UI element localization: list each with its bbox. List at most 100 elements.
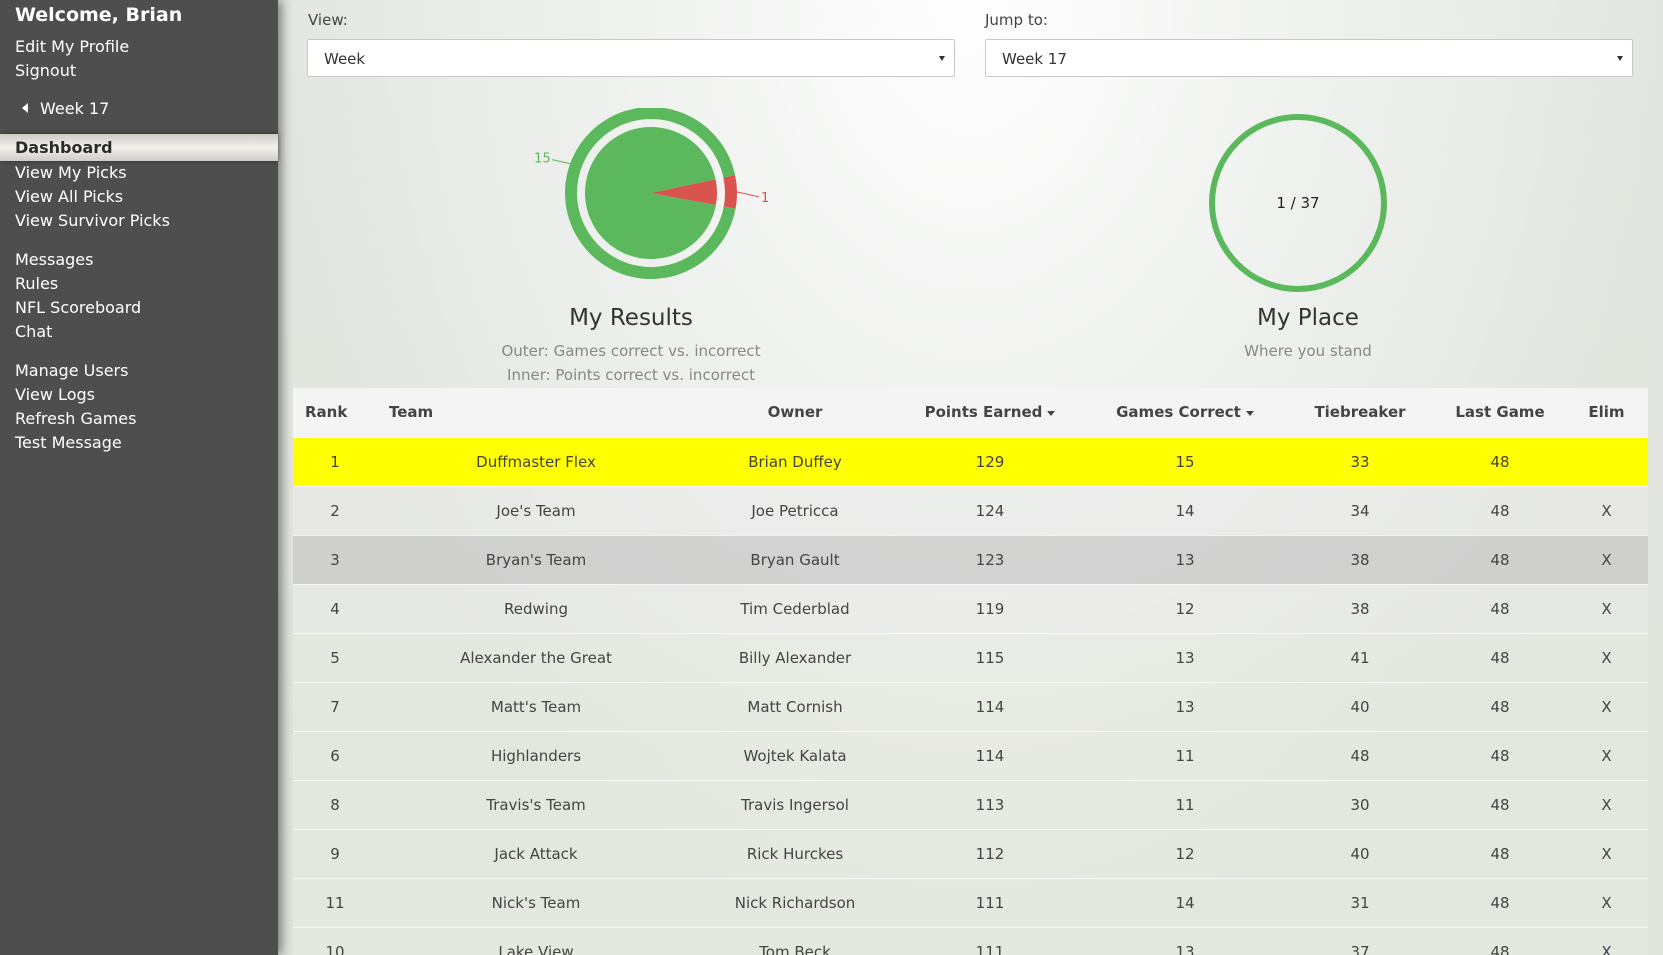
table-row[interactable]: 5 Alexander the Great Billy Alexander 115 13… (293, 633, 1648, 682)
sidebar-item-view-survivor-picks[interactable]: View Survivor Picks (15, 211, 170, 230)
cell-rank: 4 (330, 599, 340, 618)
header-points-earned[interactable]: Points Earned (895, 388, 1085, 437)
cell-points-earned: 129 (975, 452, 1005, 471)
view-select[interactable]: Week (307, 39, 955, 77)
sidebar-item-rules[interactable]: Rules (15, 274, 58, 293)
cell-rank: 5 (330, 648, 340, 667)
header-owner[interactable]: Owner (695, 388, 895, 437)
cell-owner: Joe Petricca (751, 501, 839, 520)
cell-tiebreaker: 34 (1350, 501, 1370, 520)
cell-last-game: 48 (1490, 599, 1510, 618)
cell-last-game: 48 (1490, 746, 1510, 765)
cell-team: Bryan's Team (485, 550, 587, 569)
table-row[interactable]: 6 Highlanders Wojtek Kalata 114 11 48 48 X (293, 731, 1648, 780)
sidebar-item-nfl-scoreboard[interactable]: NFL Scoreboard (15, 298, 141, 317)
caret-left-icon (22, 103, 28, 113)
week-back-label: Week 17 (40, 99, 110, 118)
results-title: My Results (569, 305, 693, 331)
cell-tiebreaker: 30 (1350, 795, 1370, 814)
standings-table: Rank Team Owner Points Earned Games Corr… (293, 388, 1648, 955)
cell-team: Duffmaster Flex (476, 452, 596, 471)
standings-body: 1 Duffmaster Flex Brian Duffey 129 15 33 48 2 Jo… (293, 437, 1648, 955)
cell-rank: 6 (330, 746, 340, 765)
cell-team: Redwing (504, 599, 568, 618)
signout-link[interactable]: Signout (15, 61, 76, 80)
sidebar-item-test-message[interactable]: Test Message (15, 433, 122, 452)
header-games-correct-label: Games Correct (1116, 403, 1241, 422)
sidebar-item-view-logs[interactable]: View Logs (15, 385, 95, 404)
sidebar-item-manage-users[interactable]: Manage Users (15, 361, 128, 380)
table-row[interactable]: 3 Bryan's Team Bryan Gault 123 13 38 48 X (293, 535, 1648, 584)
sidebar-item-dashboard[interactable]: Dashboard (0, 134, 278, 161)
sidebar-item-view-my-picks[interactable]: View My Picks (15, 163, 127, 182)
cell-tiebreaker: 33 (1350, 452, 1370, 471)
results-subtitle-inner: Inner: Points correct vs. incorrect (507, 366, 755, 384)
sidebar-item-label: Dashboard (15, 138, 113, 157)
sidebar-item-messages[interactable]: Messages (15, 250, 93, 269)
place-value: 1 / 37 (1276, 194, 1319, 212)
cell-last-game: 48 (1490, 942, 1510, 955)
cell-last-game: 48 (1490, 795, 1510, 814)
dropdown-arrow-icon (939, 56, 945, 61)
header-tiebreaker[interactable]: Tiebreaker (1285, 388, 1435, 437)
cell-points-earned: 114 (975, 697, 1005, 716)
cell-rank: 1 (330, 452, 340, 471)
header-team[interactable]: Team (377, 388, 695, 437)
cell-last-game: 48 (1490, 893, 1510, 912)
cell-rank: 3 (330, 550, 340, 569)
header-elim[interactable]: Elim (1565, 388, 1648, 437)
cell-tiebreaker: 40 (1350, 844, 1370, 863)
sort-down-icon (1245, 411, 1254, 417)
sidebar-item-refresh-games[interactable]: Refresh Games (15, 409, 136, 428)
sidebar-item-view-all-picks[interactable]: View All Picks (15, 187, 123, 206)
cell-games-correct: 14 (1175, 501, 1195, 520)
cell-points-earned: 112 (975, 844, 1005, 863)
cell-team: Jack Attack (494, 844, 578, 863)
table-row[interactable]: 2 Joe's Team Joe Petricca 124 14 34 48 X (293, 486, 1648, 535)
cell-team: Travis's Team (486, 795, 586, 814)
table-header-row: Rank Team Owner Points Earned Games Corr… (293, 388, 1648, 437)
header-games-correct[interactable]: Games Correct (1085, 388, 1285, 437)
edit-profile-link[interactable]: Edit My Profile (15, 37, 129, 56)
cell-points-earned: 111 (975, 942, 1005, 955)
cell-team: Lake View (498, 942, 574, 955)
cell-team: Matt's Team (490, 697, 582, 716)
place-donut-chart: 1 / 37 (1209, 114, 1387, 292)
header-rank[interactable]: Rank (293, 388, 377, 437)
jump-select[interactable]: Week 17 (985, 39, 1633, 77)
cell-rank: 8 (330, 795, 340, 814)
welcome-heading: Welcome, Brian (15, 4, 183, 26)
table-row[interactable]: 1 Duffmaster Flex Brian Duffey 129 15 33 48 (293, 437, 1648, 486)
cell-rank: 11 (325, 893, 345, 912)
table-row[interactable]: 4 Redwing Tim Cederblad 119 12 38 48 X (293, 584, 1648, 633)
cell-owner: Nick Richardson (734, 893, 856, 912)
cell-tiebreaker: 48 (1350, 746, 1370, 765)
correct-leader-line (552, 159, 571, 165)
table-row[interactable]: 10 Lake View Tom Beck 111 13 37 48 X (293, 927, 1648, 955)
table-row[interactable]: 8 Travis's Team Travis Ingersol 113 11 30 48 X (293, 780, 1648, 829)
cell-tiebreaker: 37 (1350, 942, 1370, 955)
cell-owner: Wojtek Kalata (743, 746, 847, 765)
header-last-game[interactable]: Last Game (1435, 388, 1565, 437)
cell-games-correct: 13 (1175, 942, 1195, 955)
week-back-link[interactable]: Week 17 (22, 99, 109, 118)
table-row[interactable]: 7 Matt's Team Matt Cornish 114 13 40 48 X (293, 682, 1648, 731)
cell-elim: X (1601, 893, 1612, 912)
results-donut-chart: 15 1 (534, 108, 769, 279)
cell-games-correct: 11 (1175, 795, 1195, 814)
cell-last-game: 48 (1490, 550, 1510, 569)
cell-points-earned: 115 (975, 648, 1005, 667)
cell-games-correct: 12 (1175, 844, 1195, 863)
cell-team: Nick's Team (491, 893, 581, 912)
incorrect-count-label: 1 (761, 191, 769, 206)
results-subtitle-outer: Outer: Games correct vs. incorrect (501, 342, 761, 360)
view-label: View: (308, 11, 348, 29)
sidebar-item-chat[interactable]: Chat (15, 322, 52, 341)
cell-elim: X (1601, 697, 1612, 716)
table-row[interactable]: 9 Jack Attack Rick Hurckes 112 12 40 48 X (293, 829, 1648, 878)
dropdown-arrow-icon (1617, 56, 1623, 61)
cell-games-correct: 15 (1175, 452, 1195, 471)
cell-games-correct: 12 (1175, 599, 1195, 618)
incorrect-leader-line (736, 191, 760, 198)
table-row[interactable]: 11 Nick's Team Nick Richardson 111 14 31 48 X (293, 878, 1648, 927)
